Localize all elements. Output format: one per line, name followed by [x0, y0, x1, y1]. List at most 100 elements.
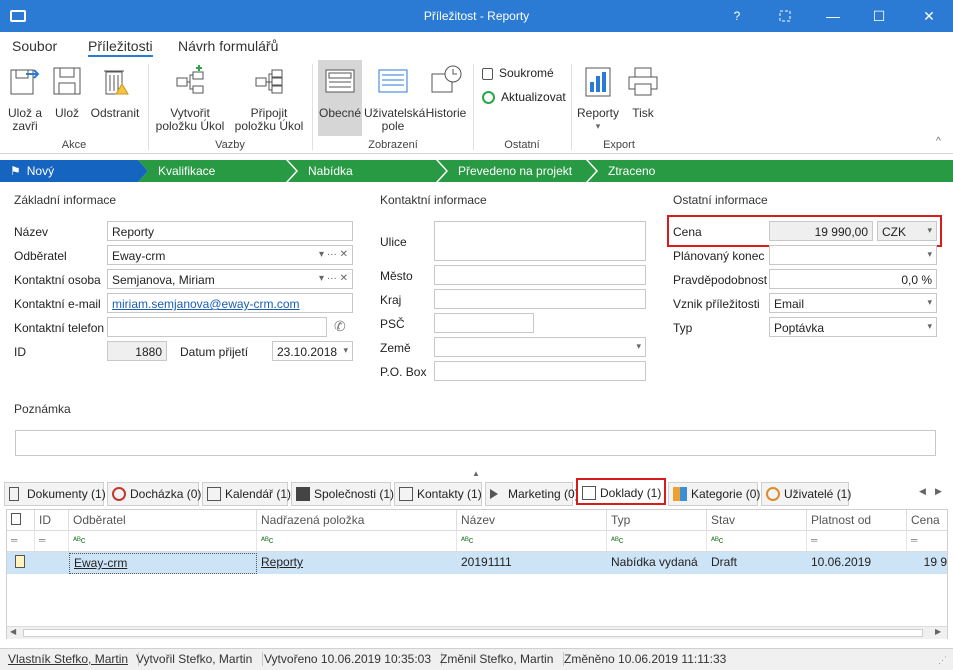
history-button[interactable]: Historie — [424, 64, 468, 120]
stage-kvalifikace[interactable]: Kvalifikace — [138, 160, 296, 182]
col-nadrazena[interactable]: Nadřazená položka — [257, 510, 457, 530]
col-platnost[interactable]: Platnost od — [807, 510, 907, 530]
filter-odberatel[interactable]: ᴬᴮc — [69, 531, 257, 551]
label-vznik: Vznik příležitosti — [673, 297, 760, 311]
create-link-icon — [176, 65, 204, 94]
menu-navrh-formularu[interactable]: Návrh formulářů — [178, 38, 278, 54]
splitter-handle[interactable]: ▲ — [472, 469, 480, 478]
typ-field[interactable]: Poptávka ▾ — [769, 317, 937, 337]
stage-ztraceno[interactable]: Ztraceno — [588, 160, 953, 182]
stage-nabidka[interactable]: Nabídka — [288, 160, 446, 182]
field-actions-icon[interactable]: ▾ ··· ✕ — [319, 249, 348, 260]
ulice-field[interactable] — [434, 221, 646, 261]
tab-dokumenty[interactable]: Dokumenty (1) — [4, 482, 106, 506]
tab-doklady[interactable]: Doklady (1) — [576, 478, 666, 505]
chevron-down-icon[interactable]: ▾ — [927, 225, 932, 236]
tab-kalendar[interactable]: Kalendář (1) — [202, 482, 291, 506]
collapse-ribbon-icon[interactable]: ^ — [936, 136, 941, 147]
filter-cena[interactable]: ═ — [907, 531, 949, 551]
status-vlastnik[interactable]: Vlastník Stefko, Martin — [8, 652, 140, 666]
chevron-down-icon[interactable]: ▾ — [927, 297, 932, 308]
stage-prevedeno[interactable]: Převedeno na projekt — [438, 160, 596, 182]
datum-field[interactable]: 23.10.2018 ▾ — [272, 341, 353, 361]
minimize-button[interactable]: — — [810, 0, 856, 32]
user-fields-button[interactable]: Uživatelská pole — [364, 64, 425, 133]
save-button[interactable]: Ulož — [50, 64, 84, 120]
scroll-left-icon[interactable]: ◀ — [10, 627, 16, 636]
filter-nadrazena[interactable]: ᴬᴮc — [257, 531, 457, 551]
col-stav[interactable]: Stav — [707, 510, 807, 530]
documents-grid: ID Odběratel Nadřazená položka Název Typ… — [6, 509, 948, 639]
tab-marketing[interactable]: Marketing (0) — [485, 482, 579, 506]
tab-kategorie[interactable]: Kategorie (0) — [668, 482, 760, 506]
field-actions-icon[interactable]: ▾ ··· ✕ — [319, 273, 348, 284]
poznamka-field[interactable] — [15, 430, 936, 456]
menu-prilezitosti[interactable]: Příležitosti — [88, 38, 153, 57]
delete-button[interactable]: Odstranit — [88, 64, 142, 120]
chevron-down-icon[interactable]: ▾ — [927, 321, 932, 332]
osoba-field[interactable]: Semjanova, Miriam ▾ ··· ✕ — [107, 269, 353, 289]
mesto-field[interactable] — [434, 265, 646, 285]
scrollbar-thumb[interactable] — [23, 629, 923, 637]
telefon-field[interactable] — [107, 317, 327, 337]
attach-task-button[interactable]: Připojit položku Úkol — [230, 64, 308, 133]
restore-icon[interactable] — [762, 0, 808, 32]
chevron-down-icon[interactable]: ▾ — [636, 341, 641, 352]
horizontal-scrollbar[interactable]: ◀ ▶ — [7, 626, 947, 639]
box-icon — [582, 486, 596, 500]
filter-icon[interactable]: ═ — [35, 531, 69, 551]
tab-uzivatele[interactable]: Uživatelé (1) — [761, 482, 851, 506]
filter-icon[interactable]: ═ — [7, 531, 35, 551]
col-typ[interactable]: Typ — [607, 510, 707, 530]
users-icon — [766, 487, 780, 501]
tabs-scroll-right-icon[interactable]: ▶ — [935, 486, 942, 497]
chevron-down-icon[interactable]: ▾ — [927, 249, 932, 260]
col-odberatel[interactable]: Odběratel — [69, 510, 257, 530]
phone-icon[interactable]: ✆ — [334, 318, 346, 335]
save-and-close-button[interactable]: Ulož a zavři — [4, 64, 46, 133]
filter-platnost[interactable]: ═ — [807, 531, 907, 551]
filter-stav[interactable]: ᴬᴮc — [707, 531, 807, 551]
maximize-button[interactable]: ☐ — [856, 0, 902, 32]
col-nazev[interactable]: Název — [457, 510, 607, 530]
tabs-scroll-left-icon[interactable]: ◀ — [919, 486, 926, 497]
chevron-down-icon[interactable]: ▾ — [343, 345, 348, 356]
section-other: Ostatní informace — [673, 193, 768, 207]
private-toggle[interactable]: Soukromé — [482, 66, 554, 80]
nazev-input[interactable]: Reporty — [107, 221, 353, 241]
tab-dochazka[interactable]: Docházka (0) — [107, 482, 201, 506]
tab-kontakty[interactable]: Kontakty (1) — [394, 482, 482, 506]
cell-stav: Draft — [711, 555, 738, 569]
reports-button[interactable]: Reporty ▾ — [576, 64, 620, 133]
kraj-field[interactable] — [434, 289, 646, 309]
menu-soubor[interactable]: Soubor — [12, 38, 57, 54]
psc-field[interactable] — [434, 313, 534, 333]
col-id[interactable]: ID — [35, 510, 69, 530]
help-button[interactable]: ? — [714, 0, 760, 32]
cell-nadrazena[interactable]: Reporty — [257, 552, 457, 572]
col-cena[interactable]: Cena — [907, 510, 949, 530]
resize-grip-icon[interactable]: ⋰ — [938, 655, 947, 666]
close-button[interactable]: ✕ — [906, 0, 952, 32]
refresh-button[interactable]: Aktualizovat — [482, 90, 566, 105]
pobox-field[interactable] — [434, 361, 646, 381]
email-field[interactable]: miriam.semjanova@eway-crm.com — [107, 293, 353, 313]
tab-spolecnosti[interactable]: Společnosti (1) — [291, 482, 394, 506]
stage-novy[interactable]: ⚑ Nový — [0, 160, 148, 182]
mena-field[interactable]: CZK ▾ — [877, 221, 937, 241]
create-task-button[interactable]: Vytvořit položku Úkol — [152, 64, 228, 133]
print-button[interactable]: Tisk — [624, 64, 662, 120]
calendar-icon — [207, 487, 221, 501]
zeme-field[interactable]: ▾ — [434, 337, 646, 357]
filter-typ[interactable]: ᴬᴮc — [607, 531, 707, 551]
general-view-button[interactable]: Obecné — [318, 60, 362, 136]
filter-nazev[interactable]: ᴬᴮc — [457, 531, 607, 551]
form-icon — [325, 69, 355, 93]
history-icon — [431, 65, 462, 93]
cell-odberatel[interactable]: Eway-crm — [69, 553, 257, 574]
odberatel-field[interactable]: Eway-crm ▾ ··· ✕ — [107, 245, 353, 265]
scroll-right-icon[interactable]: ▶ — [935, 627, 941, 636]
pravd-field[interactable]: 0,0 % — [769, 269, 937, 289]
vznik-field[interactable]: Email ▾ — [769, 293, 937, 313]
konec-field[interactable]: ▾ — [769, 245, 937, 265]
